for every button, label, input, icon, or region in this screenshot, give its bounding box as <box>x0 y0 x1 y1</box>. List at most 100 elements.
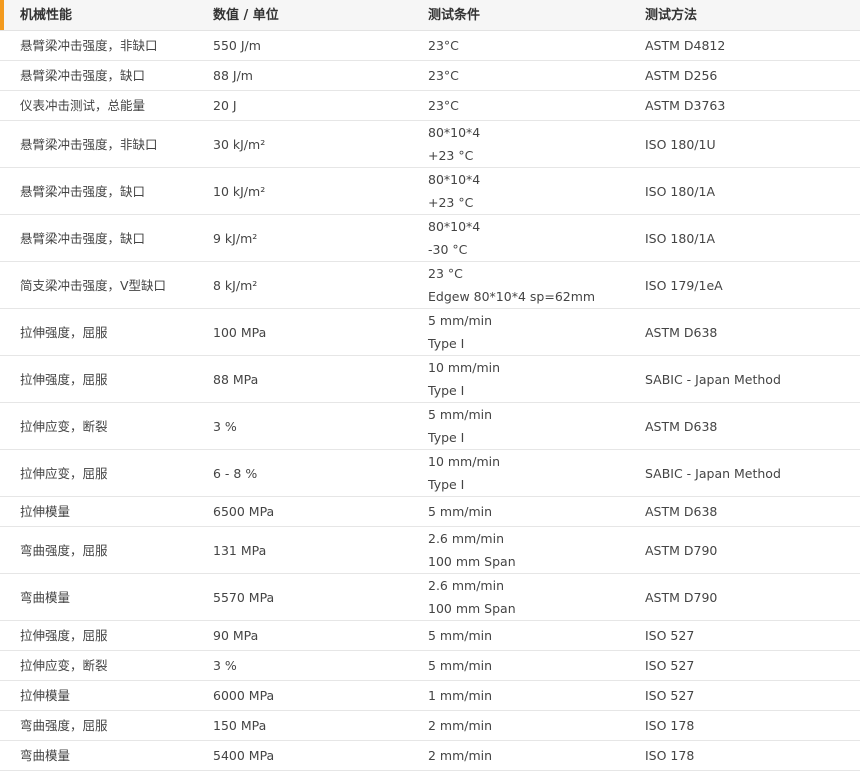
property-cell: 弯曲模量 <box>20 748 71 763</box>
condition-line: 100 mm Span <box>428 554 516 569</box>
method-cell: ASTM D638 <box>645 504 718 519</box>
condition-line: 80*10*4 <box>428 172 481 187</box>
property-cell: 拉伸强度，屈服 <box>20 628 108 643</box>
property-cell: 悬臂梁冲击强度，缺口 <box>20 230 146 246</box>
table-header-row: 机械性能 数值 / 单位 测试条件 测试方法 <box>0 0 860 31</box>
conditions-cell: 80*10*4 -30 °C <box>428 215 640 261</box>
method-cell: ASTM D3763 <box>645 98 726 113</box>
conditions-cell: 2 mm/min <box>428 711 640 740</box>
property-cell: 拉伸应变，屈服 <box>20 465 108 481</box>
method-cell: ASTM D4812 <box>645 38 726 53</box>
method-cell: SABIC - Japan Method <box>645 371 781 387</box>
method-cell: ISO 180/1A <box>645 230 716 246</box>
method-cell: ISO 179/1eA <box>645 277 723 293</box>
property-cell: 拉伸应变，断裂 <box>20 658 108 673</box>
table-row: 拉伸模量 6500 MPa 5 mm/min ASTM D638 <box>0 497 860 527</box>
condition-line: 10 mm/min <box>428 454 501 469</box>
method-cell: ISO 178 <box>645 748 695 763</box>
value-cell: 5570 MPa <box>213 589 275 605</box>
table-row: 拉伸应变，断裂 3 % 5 mm/min Type I ASTM D638 <box>0 403 860 450</box>
property-cell: 拉伸模量 <box>20 504 71 519</box>
header-test-conditions: 测试条件 <box>428 7 481 23</box>
condition-line: +23 °C <box>428 195 474 210</box>
table-body: 悬臂梁冲击强度，非缺口 550 J/m 23°C ASTM D4812 悬臂梁冲击强度，… <box>0 31 860 771</box>
conditions-cell: 5 mm/min Type I <box>428 403 640 449</box>
header-test-method: 测试方法 <box>645 7 698 23</box>
condition-line: 23°C <box>428 68 459 83</box>
value-cell: 9 kJ/m² <box>213 230 258 246</box>
property-cell: 拉伸模量 <box>20 688 71 703</box>
property-cell: 拉伸强度，屈服 <box>20 371 108 387</box>
properties-table: 机械性能 数值 / 单位 测试条件 测试方法 悬臂梁冲击强度，非缺口 550 J/… <box>0 0 860 771</box>
property-cell: 拉伸应变，断裂 <box>20 418 108 434</box>
condition-line: 80*10*4 <box>428 219 481 234</box>
method-cell: ISO 527 <box>645 628 695 643</box>
conditions-cell: 23°C <box>428 61 640 90</box>
conditions-cell: 80*10*4 +23 °C <box>428 121 640 167</box>
property-cell: 悬臂梁冲击强度，非缺口 <box>20 38 158 53</box>
method-cell: ASTM D256 <box>645 68 718 83</box>
conditions-cell: 5 mm/min <box>428 621 640 650</box>
conditions-cell: 80*10*4 +23 °C <box>428 168 640 214</box>
table-row: 悬臂梁冲击强度，非缺口 550 J/m 23°C ASTM D4812 <box>0 31 860 61</box>
value-cell: 20 J <box>213 98 237 113</box>
value-cell: 3 % <box>213 418 237 434</box>
table-row: 悬臂梁冲击强度，非缺口 30 kJ/m² 80*10*4 +23 °C ISO 180/… <box>0 121 860 168</box>
conditions-cell: 2 mm/min <box>428 741 640 770</box>
property-cell: 悬臂梁冲击强度，缺口 <box>20 68 146 83</box>
conditions-cell: 10 mm/min Type I <box>428 356 640 402</box>
conditions-cell: 5 mm/min <box>428 497 640 526</box>
condition-line: 100 mm Span <box>428 601 516 616</box>
condition-line: Type I <box>428 430 465 445</box>
conditions-cell: 23°C <box>428 31 640 60</box>
table-row: 拉伸强度，屈服 88 MPa 10 mm/min Type I SABIC - Japa… <box>0 356 860 403</box>
method-cell: ASTM D790 <box>645 542 718 558</box>
condition-line: 2.6 mm/min <box>428 578 504 593</box>
property-cell: 悬臂梁冲击强度，非缺口 <box>20 136 158 152</box>
conditions-cell: 23°C <box>428 91 640 120</box>
value-cell: 550 J/m <box>213 38 261 53</box>
property-cell: 弯曲强度，屈服 <box>20 542 108 558</box>
property-cell: 悬臂梁冲击强度，缺口 <box>20 183 146 199</box>
condition-line: +23 °C <box>428 148 474 163</box>
value-cell: 88 J/m <box>213 68 253 83</box>
condition-line: 5 mm/min <box>428 658 493 673</box>
conditions-cell: 2.6 mm/min 100 mm Span <box>428 574 640 620</box>
value-cell: 5400 MPa <box>213 748 275 763</box>
condition-line: Edgew 80*10*4 sp=62mm <box>428 289 596 304</box>
condition-line: 2 mm/min <box>428 748 493 763</box>
condition-line: 2 mm/min <box>428 718 493 733</box>
table-row: 弯曲强度，屈服 131 MPa 2.6 mm/min 100 mm Span ASTM … <box>0 527 860 574</box>
conditions-cell: 10 mm/min Type I <box>428 450 640 496</box>
value-cell: 150 MPa <box>213 718 267 733</box>
condition-line: 10 mm/min <box>428 360 501 375</box>
condition-line: 23°C <box>428 38 459 53</box>
table-row: 拉伸强度，屈服 100 MPa 5 mm/min Type I ASTM D638 <box>0 309 860 356</box>
method-cell: SABIC - Japan Method <box>645 465 781 481</box>
condition-line: 23 °C <box>428 266 463 281</box>
method-cell: ISO 527 <box>645 688 695 703</box>
property-cell: 弯曲模量 <box>20 589 71 605</box>
table-row: 拉伸模量 6000 MPa 1 mm/min ISO 527 <box>0 681 860 711</box>
method-cell: ISO 180/1U <box>645 136 716 152</box>
header-value-unit: 数值 / 单位 <box>213 7 279 23</box>
table-row: 弯曲模量 5570 MPa 2.6 mm/min 100 mm Span ASTM D7… <box>0 574 860 621</box>
header-accent-bar <box>0 0 4 30</box>
table-row: 弯曲模量 5400 MPa 2 mm/min ISO 178 <box>0 741 860 771</box>
table-row: 仪表冲击测试，总能量 20 J 23°C ASTM D3763 <box>0 91 860 121</box>
method-cell: ASTM D638 <box>645 324 718 340</box>
value-cell: 6000 MPa <box>213 688 275 703</box>
method-cell: ASTM D638 <box>645 418 718 434</box>
value-cell: 100 MPa <box>213 324 267 340</box>
value-cell: 30 kJ/m² <box>213 136 266 152</box>
condition-line: 5 mm/min <box>428 313 493 328</box>
table-row: 简支梁冲击强度，V型缺口 8 kJ/m² 23 °C Edgew 80*10*4 sp… <box>0 262 860 309</box>
condition-line: 80*10*4 <box>428 125 481 140</box>
conditions-cell: 5 mm/min <box>428 651 640 680</box>
value-cell: 6500 MPa <box>213 504 275 519</box>
method-cell: ISO 180/1A <box>645 183 716 199</box>
header-property: 机械性能 <box>20 7 73 23</box>
condition-line: 5 mm/min <box>428 407 493 422</box>
method-cell: ASTM D790 <box>645 589 718 605</box>
table-row: 悬臂梁冲击强度，缺口 9 kJ/m² 80*10*4 -30 °C ISO 180/1A <box>0 215 860 262</box>
